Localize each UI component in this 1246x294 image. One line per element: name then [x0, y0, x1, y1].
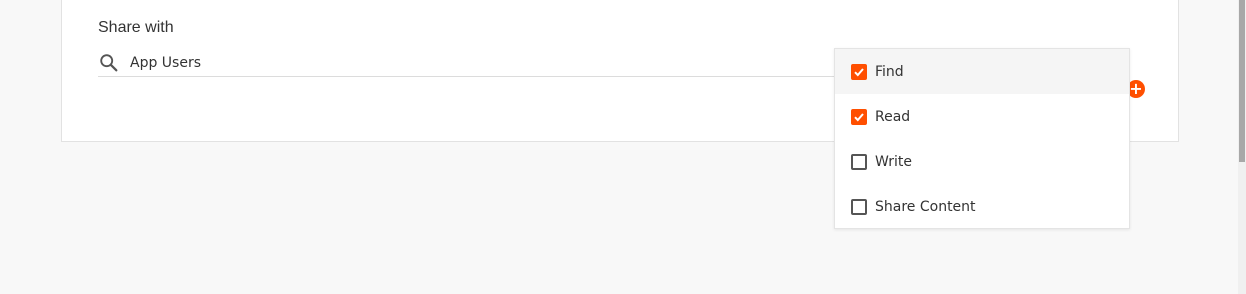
permission-label: Read [875, 108, 911, 125]
search-input[interactable]: App Users [130, 55, 201, 71]
search-icon [98, 52, 120, 74]
scrollbar-thumb[interactable] [1239, 0, 1245, 162]
permission-option-share-content[interactable]: Share Content [835, 184, 1129, 229]
plus-icon: + [1129, 79, 1143, 98]
permission-label: Find [875, 63, 904, 80]
checkbox-unchecked-icon[interactable] [851, 198, 867, 215]
checkbox-unchecked-icon[interactable] [851, 153, 867, 170]
permission-label: Write [875, 153, 912, 170]
permission-option-read[interactable]: Read [835, 94, 1129, 139]
checkbox-checked-icon[interactable] [851, 63, 867, 80]
page-scrollbar[interactable] [1238, 0, 1246, 294]
permissions-dropdown: Find Read Write Share Content [834, 48, 1130, 229]
checkbox-checked-icon[interactable] [851, 108, 867, 125]
permission-option-write[interactable]: Write [835, 139, 1129, 184]
permission-option-find[interactable]: Find [835, 49, 1129, 94]
search-field[interactable]: App Users [98, 52, 838, 77]
section-title: Share with [98, 19, 174, 36]
permission-label: Share Content [875, 198, 976, 215]
